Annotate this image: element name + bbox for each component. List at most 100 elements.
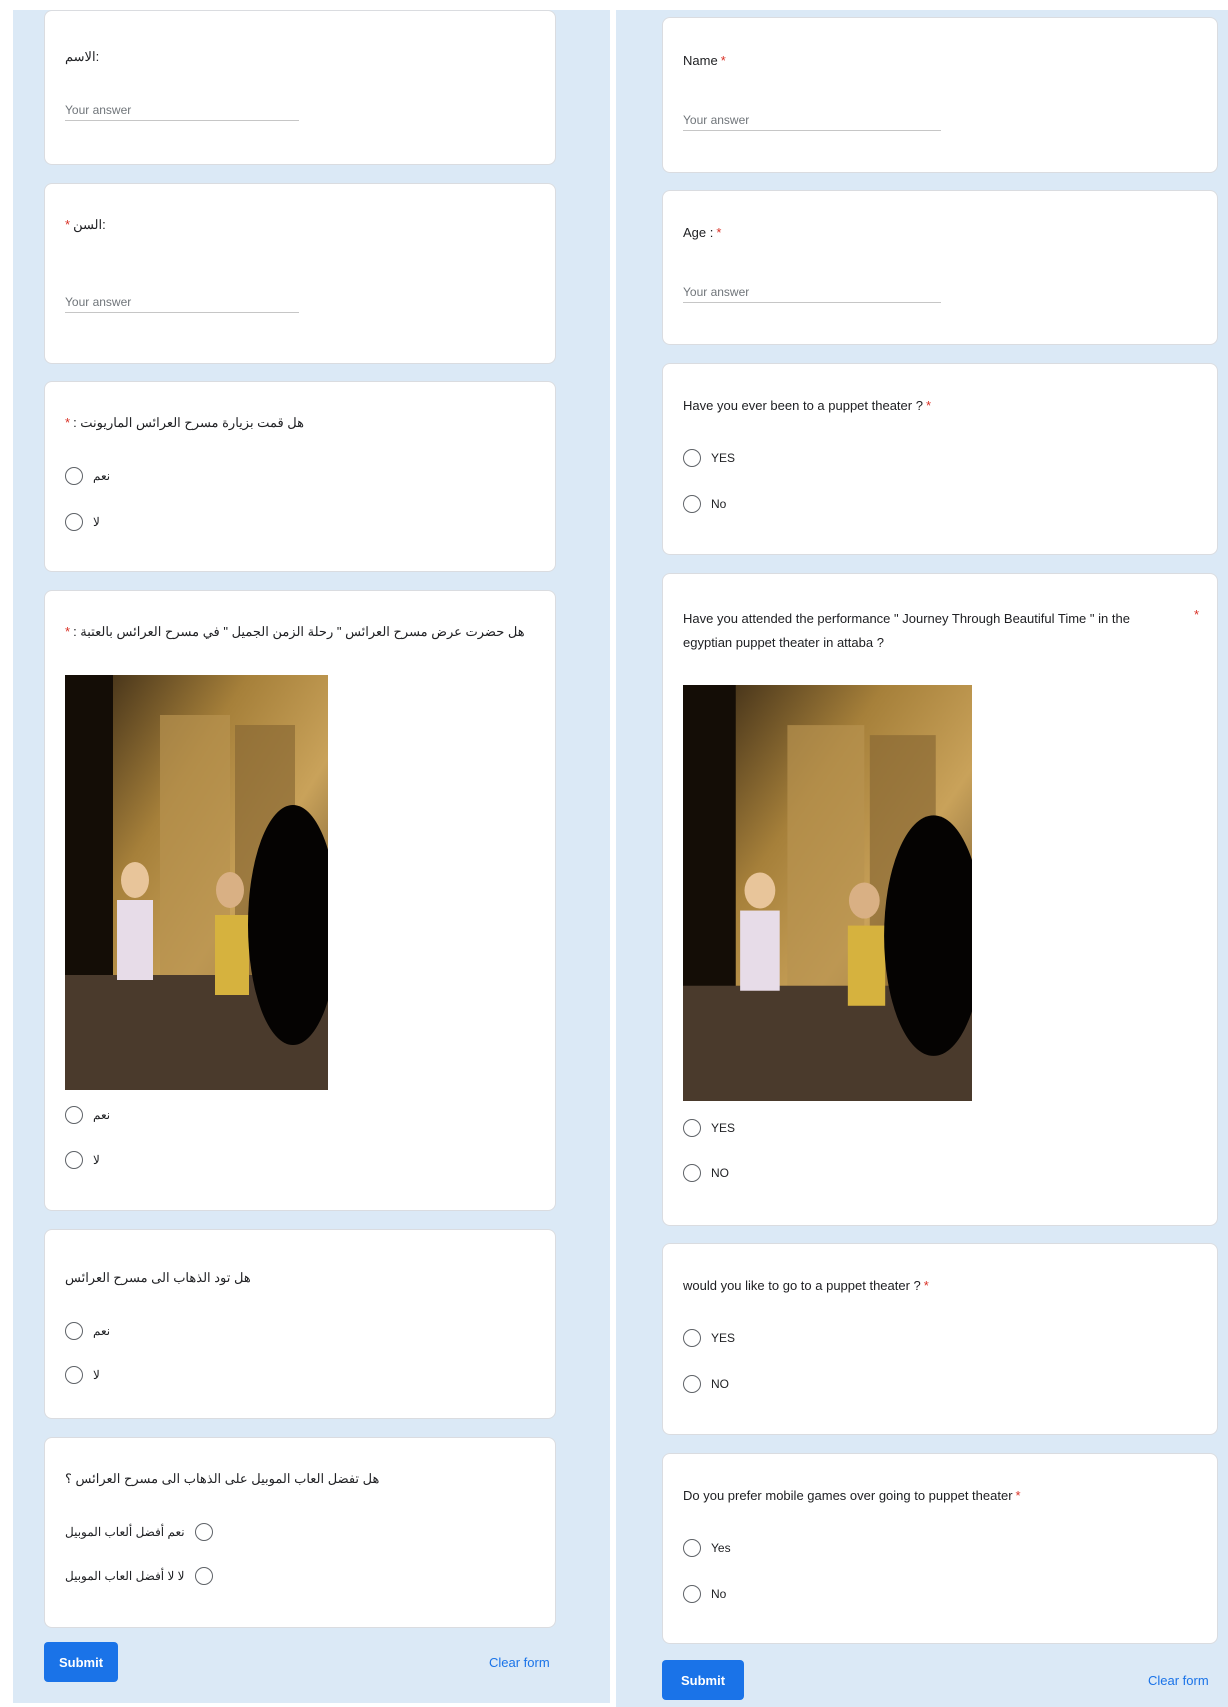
question-title: هل تفضل العاب الموبيل على الذهاب الى مسر…: [65, 1471, 379, 1487]
option-label: نعم أفضل ألعاب الموبيل: [65, 1525, 185, 1539]
option-no[interactable]: لا: [65, 1366, 100, 1384]
question-label: Have you ever been to a puppet theater ?: [683, 398, 923, 413]
option-no[interactable]: NO: [683, 1164, 729, 1182]
question-title: Do you prefer mobile games over going to…: [683, 1488, 1021, 1503]
radio-circle-icon[interactable]: [194, 1567, 213, 1585]
option-label: NO: [711, 1166, 729, 1180]
english-submit-button[interactable]: Submit: [662, 1660, 744, 1700]
radio-circle-icon[interactable]: [683, 1329, 701, 1347]
option-yes-prefer-mobile[interactable]: نعم أفضل ألعاب الموبيل: [65, 1523, 213, 1541]
english-age-question-card: Age : *: [662, 190, 1218, 345]
age-answer-field[interactable]: [65, 291, 299, 313]
english-prefer-question-card: Do you prefer mobile games over going to…: [662, 1453, 1218, 1644]
age-input[interactable]: [65, 291, 299, 312]
option-label: No: [711, 497, 727, 511]
question-label-line-2: egyptian puppet theater in attaba ?: [683, 635, 884, 650]
question-title: هل قمت بزيارة مسرح العرائس الماريونت :*: [65, 415, 304, 431]
option-label: Yes: [711, 1541, 731, 1555]
question-title: Name *: [683, 53, 726, 68]
question-title: :السن*: [65, 217, 106, 233]
option-yes[interactable]: نعم: [65, 467, 110, 485]
option-label: YES: [711, 451, 736, 465]
radio-circle-icon[interactable]: [683, 1164, 701, 1182]
question-title: هل تود الذهاب الى مسرح العرائس: [65, 1270, 251, 1286]
arabic-prefer-question-card: هل تفضل العاب الموبيل على الذهاب الى مسر…: [44, 1437, 556, 1628]
radio-circle-icon[interactable]: [683, 495, 701, 513]
required-asterisk: *: [65, 624, 71, 639]
option-yes[interactable]: Yes: [683, 1539, 731, 1557]
radio-circle-icon[interactable]: [683, 1119, 701, 1137]
radio-circle-icon[interactable]: [65, 1106, 83, 1124]
radio-circle-icon[interactable]: [683, 1375, 701, 1393]
option-no[interactable]: No: [683, 1585, 726, 1603]
puppet-photo-illustration: [65, 675, 328, 1090]
radio-circle-icon[interactable]: [683, 1539, 701, 1557]
puppet-show-photo: [683, 685, 972, 1101]
radio-circle-icon[interactable]: [683, 449, 701, 467]
arabic-visited-question-card: هل قمت بزيارة مسرح العرائس الماريونت :* …: [44, 381, 556, 572]
question-label: Age :: [683, 225, 714, 240]
name-answer-field[interactable]: [683, 109, 941, 131]
question-label: هل حضرت عرض مسرح العرائس " رحلة الزمن ال…: [73, 624, 525, 639]
radio-circle-icon[interactable]: [65, 1366, 83, 1384]
option-no[interactable]: No: [683, 495, 726, 513]
option-label: NO: [711, 1377, 729, 1391]
option-yes[interactable]: YES: [683, 1119, 735, 1137]
question-label: would you like to go to a puppet theater…: [683, 1278, 921, 1293]
question-title: Age : *: [683, 225, 721, 240]
required-asterisk: *: [720, 53, 726, 68]
option-label: نعم: [93, 1108, 111, 1122]
required-asterisk: *: [923, 1278, 929, 1293]
age-answer-field[interactable]: [683, 281, 941, 303]
arabic-submit-button[interactable]: Submit: [44, 1642, 118, 1682]
question-label: هل تود الذهاب الى مسرح العرائس: [65, 1270, 251, 1285]
option-label: لا: [93, 1153, 100, 1167]
question-title: Have you ever been to a puppet theater ?…: [683, 398, 931, 413]
name-input[interactable]: [683, 109, 941, 130]
question-label: Do you prefer mobile games over going to…: [683, 1488, 1013, 1503]
age-input[interactable]: [683, 281, 941, 302]
option-no[interactable]: NO: [683, 1375, 729, 1393]
question-title: هل حضرت عرض مسرح العرائس " رحلة الزمن ال…: [65, 624, 525, 640]
option-yes[interactable]: YES: [683, 1329, 735, 1347]
option-label: لا: [93, 1368, 100, 1382]
question-title: :الاسم: [65, 49, 99, 65]
english-visited-question-card: Have you ever been to a puppet theater ?…: [662, 363, 1218, 555]
radio-circle-icon[interactable]: [65, 513, 83, 531]
option-no[interactable]: لا: [65, 513, 100, 531]
option-no-prefer-mobile[interactable]: لا لا أفضل العاب الموبيل: [65, 1567, 213, 1585]
name-answer-field[interactable]: [65, 99, 299, 121]
question-label: :السن: [73, 217, 106, 232]
question-label: هل قمت بزيارة مسرح العرائس الماريونت :: [73, 415, 304, 430]
question-label: Name: [683, 53, 718, 68]
radio-circle-icon[interactable]: [194, 1523, 213, 1541]
option-label: لا: [93, 515, 100, 529]
puppet-show-photo: [65, 675, 328, 1090]
english-clear-form-button[interactable]: Clear form: [1148, 1673, 1209, 1688]
option-label: YES: [711, 1121, 736, 1135]
option-yes[interactable]: نعم: [65, 1322, 110, 1340]
option-label: No: [711, 1587, 727, 1601]
arabic-clear-form-button[interactable]: Clear form: [489, 1655, 550, 1670]
radio-circle-icon[interactable]: [65, 1322, 83, 1340]
radio-circle-icon[interactable]: [65, 1151, 83, 1169]
question-label: :الاسم: [65, 49, 100, 64]
question-label-line-1: Have you attended the performance " Jour…: [683, 611, 1130, 626]
option-label: YES: [711, 1331, 736, 1345]
option-label: نعم: [93, 1324, 111, 1338]
arabic-age-question-card: :السن*: [44, 183, 556, 364]
option-yes[interactable]: نعم: [65, 1106, 110, 1124]
english-attended-question-card: Have you attended the performance " Jour…: [662, 573, 1218, 1226]
name-input[interactable]: [65, 99, 299, 120]
required-asterisk: *: [1194, 607, 1200, 622]
required-asterisk: *: [925, 398, 932, 413]
radio-circle-icon[interactable]: [683, 1585, 701, 1603]
question-label: هل تفضل العاب الموبيل على الذهاب الى مسر…: [65, 1471, 380, 1486]
question-title: Have you attended the performance " Jour…: [683, 607, 1183, 655]
required-asterisk: *: [65, 217, 71, 232]
option-no[interactable]: لا: [65, 1151, 100, 1169]
required-asterisk: *: [1015, 1488, 1021, 1503]
radio-circle-icon[interactable]: [65, 467, 83, 485]
option-yes[interactable]: YES: [683, 449, 735, 467]
option-label: نعم: [93, 469, 111, 483]
